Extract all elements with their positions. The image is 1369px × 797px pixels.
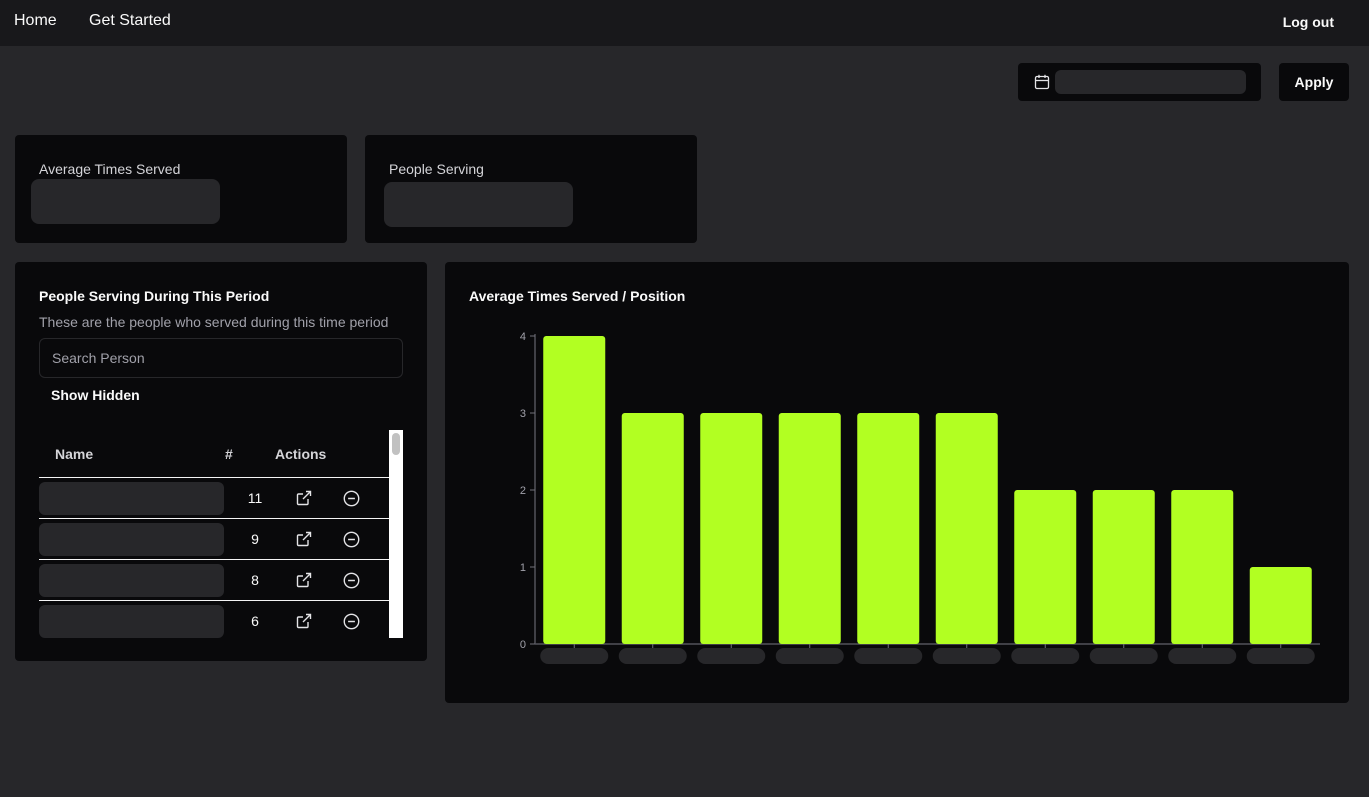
chart-bar: [778, 413, 841, 644]
top-navbar: Home Get Started Log out: [0, 0, 1369, 46]
chart-bar: [935, 413, 998, 644]
chart-panel: Average Times Served / Position 01234: [445, 262, 1349, 703]
table-row: 8: [39, 560, 389, 601]
person-name-skeleton: [39, 605, 224, 638]
avg-times-served-value-skeleton: [31, 179, 220, 224]
external-link-icon[interactable]: [296, 531, 312, 547]
nav-home-link[interactable]: Home: [14, 12, 57, 30]
people-panel-subtitle: These are the people who served during t…: [39, 314, 389, 330]
served-count: 9: [251, 531, 259, 547]
apply-button[interactable]: Apply: [1279, 63, 1349, 101]
x-tick-label-skeleton: [932, 648, 1001, 664]
served-count: 6: [251, 613, 259, 629]
scrollbar-thumb[interactable]: [392, 433, 400, 455]
table-row: 11: [39, 478, 389, 519]
people-serving-card: People Serving: [365, 135, 697, 243]
chart-bar: [621, 413, 684, 644]
date-range-value-skeleton: [1055, 70, 1246, 94]
avg-times-served-card: Average Times Served: [15, 135, 347, 243]
people-serving-label: People Serving: [389, 161, 484, 177]
nav-get-started-link[interactable]: Get Started: [89, 12, 171, 30]
y-tick-label: 4: [520, 331, 526, 343]
minus-circle-icon[interactable]: [343, 490, 360, 507]
x-tick-label-skeleton: [1089, 648, 1158, 664]
served-count: 8: [251, 572, 259, 588]
table-row: 6: [39, 601, 389, 638]
people-table: Name # Actions 11 9 8 6: [39, 430, 403, 638]
show-hidden-toggle[interactable]: Show Hidden: [51, 387, 140, 403]
chart-bar: [1014, 490, 1077, 644]
people-serving-panel: People Serving During This Period These …: [15, 262, 427, 661]
x-tick-label-skeleton: [618, 648, 687, 664]
x-tick-label-skeleton: [775, 648, 844, 664]
search-person-input[interactable]: [39, 338, 403, 378]
avg-times-served-label: Average Times Served: [39, 161, 181, 177]
external-link-icon[interactable]: [296, 613, 312, 629]
x-tick-label-skeleton: [1168, 648, 1237, 664]
table-scrollbar[interactable]: [389, 430, 403, 638]
chart-bar: [1249, 567, 1312, 644]
calendar-icon: [1034, 74, 1050, 90]
chart-bar: [543, 336, 606, 644]
chart-bar: [700, 413, 763, 644]
people-serving-value-skeleton: [384, 182, 573, 227]
chart-bar: [857, 413, 920, 644]
table-row: 9: [39, 519, 389, 560]
logout-button[interactable]: Log out: [1283, 14, 1334, 30]
minus-circle-icon[interactable]: [343, 531, 360, 548]
column-header-name: Name: [55, 446, 94, 462]
minus-circle-icon[interactable]: [343, 613, 360, 630]
y-tick-label: 1: [520, 562, 526, 574]
x-tick-label-skeleton: [697, 648, 766, 664]
x-tick-label-skeleton: [1011, 648, 1080, 664]
y-tick-label: 0: [520, 639, 526, 651]
x-tick-label-skeleton: [540, 648, 609, 664]
people-panel-title: People Serving During This Period: [39, 288, 270, 304]
chart-bar: [1171, 490, 1234, 644]
x-tick-label-skeleton: [1246, 648, 1315, 664]
external-link-icon[interactable]: [296, 490, 312, 506]
column-header-actions: Actions: [275, 446, 327, 462]
person-name-skeleton: [39, 564, 224, 597]
person-name-skeleton: [39, 482, 224, 515]
bar-chart: 0 1 2 3 4: [520, 331, 1320, 664]
y-tick-label: 2: [520, 485, 526, 497]
chart-bar: [1092, 490, 1155, 644]
person-name-skeleton: [39, 523, 224, 556]
y-tick-label: 3: [520, 408, 526, 420]
x-tick-label-skeleton: [854, 648, 923, 664]
external-link-icon[interactable]: [296, 572, 312, 588]
minus-circle-icon[interactable]: [343, 572, 360, 589]
served-count: 11: [247, 490, 263, 506]
date-range-picker[interactable]: [1018, 63, 1261, 101]
column-header-count: #: [225, 446, 233, 462]
